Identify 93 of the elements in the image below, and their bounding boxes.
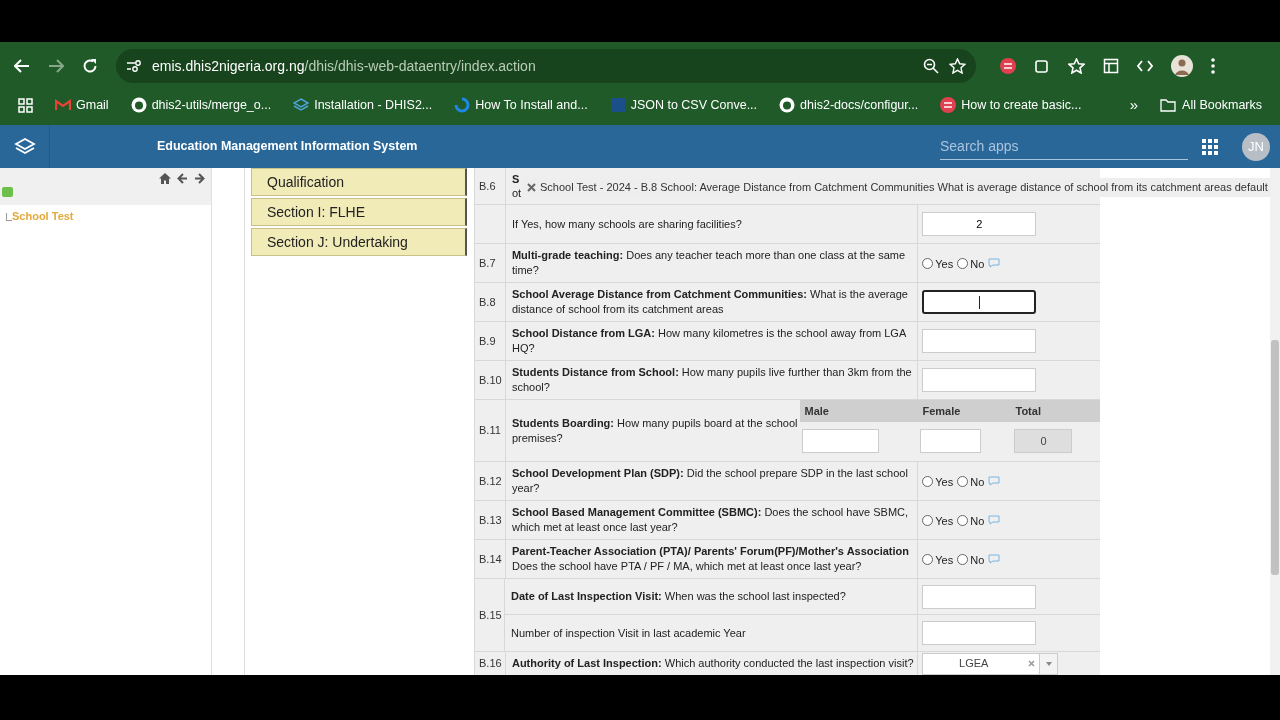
bookmark[interactable]: Installation - DHIS2... bbox=[293, 95, 433, 115]
select-field[interactable]: LGEA bbox=[922, 652, 1059, 675]
bookmark[interactable]: Gmail bbox=[55, 95, 109, 115]
radio-label: Yes bbox=[935, 552, 954, 568]
row-code: B.7 bbox=[479, 255, 496, 271]
zoom-icon[interactable] bbox=[923, 58, 939, 74]
stack-logo-icon[interactable] bbox=[13, 136, 36, 157]
menu-icon[interactable] bbox=[1211, 58, 1215, 74]
question-text: Multi-grade teaching: Does any teacher teach more than one class at the same time? bbox=[511, 248, 907, 278]
row-code: B.13 bbox=[479, 512, 502, 528]
radio-button[interactable] bbox=[922, 257, 934, 269]
site-settings-icon[interactable] bbox=[126, 59, 142, 73]
back-icon[interactable] bbox=[14, 59, 30, 73]
mail-icon bbox=[55, 99, 71, 111]
question-text: School Development Plan (SDP): Did the school prepare SDP in the last school year? bbox=[511, 466, 909, 496]
url-text: emis.dhis2nigeria.org.ng/dhis/dhis-web-dataentry/index.action bbox=[152, 56, 536, 76]
address-bar[interactable]: emis.dhis2nigeria.org.ng/dhis/dhis-web-dataentry/index.action bbox=[116, 49, 976, 83]
radio-label: Yes bbox=[935, 256, 954, 272]
clear-icon[interactable] bbox=[1028, 660, 1036, 667]
app-title: Education Management Information System bbox=[157, 138, 418, 156]
radio-button[interactable] bbox=[957, 257, 969, 269]
tooltip-text: School Test - 2024 - B.8 School: Average Distance from Catchment Communities What is average distance of school from its catchment areas default bbox=[540, 180, 1268, 195]
dropdown-button[interactable] bbox=[1039, 653, 1058, 674]
number-input[interactable] bbox=[922, 290, 1037, 314]
layers-icon bbox=[293, 98, 310, 112]
radio-button[interactable] bbox=[922, 514, 934, 526]
bookmark[interactable]: JSON to CSV Conve... bbox=[609, 95, 758, 115]
document-icon bbox=[609, 97, 626, 113]
question-text: School Distance from LGA: How many kilometres is the school away from LGA HQ? bbox=[511, 326, 907, 356]
section-tab[interactable]: Qualification bbox=[251, 168, 467, 196]
spinner-icon bbox=[454, 97, 471, 113]
radio-button[interactable] bbox=[957, 475, 969, 487]
bookmark[interactable]: How To Install and... bbox=[454, 95, 588, 115]
question-text: ot bbox=[512, 186, 522, 200]
section-tab[interactable]: Section J: Undertaking bbox=[251, 228, 467, 256]
radio-label: Yes bbox=[935, 474, 954, 490]
folder-icon bbox=[1160, 98, 1177, 112]
radio-label: Yes bbox=[935, 513, 954, 529]
back-arrow-icon[interactable] bbox=[177, 173, 188, 184]
apps-icon[interactable] bbox=[18, 97, 33, 113]
column-header: Female bbox=[921, 403, 962, 419]
question-text: Number of inspection Visit in last academic Year bbox=[511, 625, 746, 641]
row-code: B.11 bbox=[479, 423, 501, 439]
reload-icon[interactable] bbox=[82, 58, 98, 74]
question-text: School Average Distance from Catchment Communities: What is the average distance of school from its catchment areas bbox=[511, 287, 909, 317]
radio-label: No bbox=[970, 552, 985, 568]
forward-icon[interactable] bbox=[48, 59, 64, 73]
stripes-icon bbox=[940, 97, 957, 113]
radio-button[interactable] bbox=[957, 514, 969, 526]
stripes-icon bbox=[1000, 58, 1016, 74]
number-input[interactable]: 2 bbox=[922, 212, 1037, 236]
forward-arrow-icon[interactable] bbox=[194, 173, 205, 184]
close-icon[interactable] bbox=[527, 182, 536, 192]
radio-label: No bbox=[970, 256, 985, 272]
question-text: Date of Last Inspection Visit: When was the school last inspected? bbox=[511, 589, 846, 604]
scrollbar-thumb[interactable] bbox=[1271, 340, 1279, 575]
code-icon[interactable] bbox=[1137, 60, 1153, 72]
row-code: B.12 bbox=[479, 473, 502, 489]
column-header: Male bbox=[803, 403, 830, 419]
question-text: Parent-Teacher Association (PTA)/ Parents' Forum(PF)/Mother's Association Does the school have PTA / PF / MA, which met at least once last year? bbox=[511, 544, 910, 574]
caret-icon bbox=[1045, 661, 1052, 666]
bookmark[interactable]: dhis2-utils/merge_o... bbox=[130, 95, 272, 115]
question-text: School Based Management Committee (SBMC): Does the school have SBMC, which met at least once last year? bbox=[511, 505, 910, 535]
favorites-icon[interactable] bbox=[1068, 58, 1085, 74]
layout-icon[interactable] bbox=[1103, 58, 1119, 74]
row-code: B.6 bbox=[479, 178, 496, 194]
radio-label: No bbox=[970, 474, 985, 490]
radio-label: No bbox=[970, 513, 985, 529]
question-text: S bbox=[512, 172, 520, 186]
radio-button[interactable] bbox=[957, 553, 969, 565]
home-icon[interactable] bbox=[159, 173, 171, 184]
question-text: If Yes, how many schools are sharing facilities? bbox=[511, 216, 742, 232]
profile-avatar[interactable] bbox=[1171, 55, 1193, 77]
bookmark[interactable]: dhis2-docs/configur... bbox=[779, 95, 919, 115]
star-icon[interactable] bbox=[949, 58, 966, 74]
section-tab[interactable]: Section I: FLHE bbox=[251, 198, 467, 226]
apps-grid-icon[interactable] bbox=[1202, 138, 1218, 155]
row-code: B.8 bbox=[479, 294, 496, 310]
row-code: B.16 bbox=[479, 656, 502, 672]
column-header: Total bbox=[1015, 403, 1041, 419]
question-text: Students Distance from School: How many pupils live further than 3km from the school? bbox=[511, 365, 913, 395]
row-code: B.15 bbox=[479, 607, 502, 623]
radio-button[interactable] bbox=[922, 475, 934, 487]
question-text: Authority of Last Inspection: Which authority conducted the last inspection visit? bbox=[511, 656, 914, 671]
bookmark[interactable]: How to create basic... bbox=[940, 95, 1082, 115]
all-bookmarks[interactable]: All Bookmarks bbox=[1160, 95, 1262, 115]
question-text: Students Boarding: How many pupils board at the school premises? bbox=[511, 415, 799, 446]
total-field: 0 bbox=[1014, 429, 1073, 454]
row-code: B.9 bbox=[479, 333, 496, 349]
radio-button[interactable] bbox=[922, 553, 934, 565]
row-code: B.10 bbox=[479, 372, 502, 388]
more-bookmarks-button[interactable]: » bbox=[1129, 93, 1139, 117]
row-code: B.14 bbox=[479, 551, 502, 567]
